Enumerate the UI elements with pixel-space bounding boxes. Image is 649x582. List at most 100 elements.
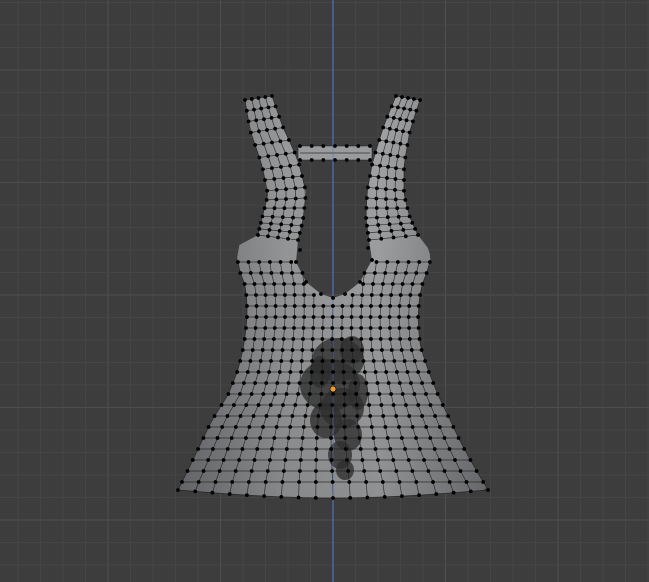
mesh-vertex: [380, 480, 385, 484]
mesh-vertex: [360, 293, 364, 297]
strap-vertex: [370, 162, 374, 167]
3d-viewport[interactable]: [0, 0, 649, 582]
mesh-vertex: [292, 282, 296, 286]
mesh-vertex: [392, 359, 397, 363]
strap-vertex: [293, 186, 298, 191]
mesh-vertex: [292, 326, 296, 330]
strap-vertex: [416, 233, 420, 237]
mesh-vertex: [300, 436, 305, 440]
strap-vertex: [292, 150, 297, 155]
mesh-vertex: [397, 326, 402, 330]
strap-vertex: [408, 107, 413, 112]
mesh-vertex: [404, 271, 408, 275]
mesh-vertex: [331, 496, 335, 500]
keyhole-vertex: [298, 248, 302, 252]
mesh-vertex: [227, 492, 232, 496]
strap-vertex: [407, 214, 412, 219]
mesh-vertex: [451, 425, 456, 429]
mesh-vertex: [378, 337, 383, 341]
mesh-vertex: [346, 469, 350, 473]
mesh-vertex: [416, 326, 421, 330]
strap-vertex: [270, 94, 274, 98]
strap-vertex: [393, 188, 397, 192]
strap-vertex: [402, 178, 406, 182]
mesh-vertex: [453, 458, 457, 462]
mesh-vertex: [486, 488, 490, 492]
mesh-vertex: [331, 370, 335, 374]
strap-vertex: [401, 228, 406, 232]
mesh-vertex: [260, 348, 265, 352]
mesh-vertex: [391, 458, 396, 462]
mesh-vertex: [308, 381, 313, 385]
mesh-vertex: [272, 326, 277, 330]
mesh-vertex: [383, 425, 388, 429]
mesh-vertex: [303, 414, 308, 418]
mesh-vertex: [367, 403, 371, 407]
band-vertex: [344, 158, 349, 162]
mesh-vertex: [400, 392, 405, 396]
mesh-vertex: [344, 447, 348, 451]
mesh-vertex: [456, 436, 461, 440]
mesh-vertex: [221, 458, 226, 462]
strap-vertex: [418, 98, 422, 102]
mesh-vertex: [315, 425, 320, 429]
strap-vertex: [367, 238, 371, 242]
strap-vertex: [284, 187, 288, 192]
strap-vertex: [264, 198, 269, 202]
mesh-vertex: [263, 480, 268, 484]
keyhole-vertex: [294, 260, 298, 264]
mesh-vertex: [262, 494, 266, 498]
strap-vertex: [402, 106, 406, 111]
strap-vertex: [299, 223, 304, 228]
mesh-vertex: [320, 359, 325, 363]
mesh-vertex: [371, 436, 376, 440]
mesh-object-dress[interactable]: [176, 0, 490, 582]
band-vertex: [356, 144, 361, 148]
mesh-vertex: [316, 414, 321, 418]
mesh-vertex: [417, 337, 422, 341]
strap-vertex: [364, 196, 369, 200]
mesh-vertex: [176, 488, 180, 492]
mesh-vertex: [238, 359, 243, 363]
strap-vertex: [389, 104, 394, 109]
mesh-vertex: [263, 326, 268, 330]
mesh-vertex: [290, 414, 295, 418]
mesh-vertex: [481, 480, 486, 484]
strap-vertex: [404, 118, 409, 123]
mesh-vertex: [442, 469, 447, 473]
mesh-vertex: [447, 447, 452, 451]
mesh-vertex: [358, 447, 363, 451]
mesh-vertex: [359, 315, 363, 319]
keyhole-vertex: [343, 292, 347, 296]
mesh-vertex: [398, 337, 402, 341]
mesh-vertex: [435, 392, 440, 396]
strap-vertex: [398, 141, 403, 146]
strap-vertex: [272, 206, 277, 211]
object-origin-icon[interactable]: [329, 385, 337, 393]
mesh-vertex: [345, 458, 349, 462]
mesh-vertex: [292, 315, 297, 319]
mesh-vertex: [261, 425, 265, 429]
mesh-vertex: [318, 403, 322, 407]
strap-vertex: [292, 206, 297, 210]
mesh-vertex: [409, 381, 413, 385]
mesh-vertex: [233, 425, 238, 429]
mesh-vertex: [292, 293, 297, 297]
mesh-vertex: [300, 348, 305, 352]
mesh-vertex: [376, 458, 380, 462]
mesh-vertex: [268, 458, 272, 462]
strap-vertex: [259, 221, 263, 225]
strap-vertex: [249, 130, 253, 135]
mesh-vertex: [387, 315, 392, 319]
viewport-canvas[interactable]: [0, 0, 649, 582]
mesh-vertex: [220, 425, 225, 429]
mesh-vertex: [417, 493, 421, 497]
mesh-vertex: [400, 282, 405, 286]
mesh-vertex: [302, 293, 307, 297]
strap-vertex: [279, 222, 284, 227]
mesh-vertex: [330, 315, 335, 319]
keyhole-vertex: [358, 280, 362, 284]
mesh-vertex: [458, 469, 463, 473]
mesh-vertex: [395, 370, 399, 374]
band-vertex: [344, 144, 349, 148]
